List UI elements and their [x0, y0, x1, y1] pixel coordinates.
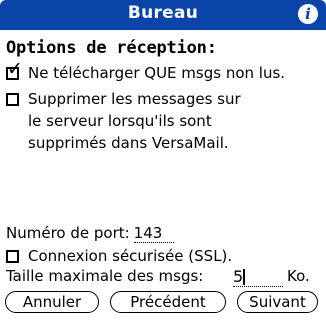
- delete-on-server-label-line2: le serveur lorsqu'ils sont: [28, 112, 212, 130]
- unread-only-checkbox[interactable]: ✓: [6, 60, 23, 80]
- unread-only-label: Ne télécharger QUE msgs non lus.: [28, 64, 286, 82]
- checkmark-icon: ✓: [7, 58, 23, 80]
- max-size-unit: Ko.: [287, 267, 310, 285]
- previous-button[interactable]: Précédent: [110, 291, 226, 313]
- max-size-value: 5: [233, 267, 244, 286]
- option-unread-only[interactable]: ✓ Ne télécharger QUE msgs non lus.: [6, 60, 326, 84]
- max-size-row: Taille maximale des msgs:: [6, 267, 203, 285]
- ssl-checkbox[interactable]: [6, 250, 19, 263]
- max-size-input[interactable]: 5: [233, 267, 283, 287]
- window-title: Bureau: [127, 3, 199, 23]
- delete-on-server-label-line1: Supprimer les messages sur: [28, 90, 241, 108]
- option-delete-on-server[interactable]: Supprimer les messages sur le serveur lo…: [6, 88, 326, 154]
- screen: Bureau i Options de réception: ✓ Ne télé…: [0, 0, 326, 326]
- delete-on-server-label-line3: supprimés dans VersaMail.: [28, 134, 229, 152]
- max-size-label: Taille maximale des msgs:: [6, 267, 204, 285]
- title-bar: Bureau i: [0, 0, 326, 30]
- section-heading: Options de réception:: [6, 38, 217, 58]
- delete-on-server-checkbox[interactable]: [6, 93, 19, 106]
- next-button[interactable]: Suivant: [237, 291, 318, 313]
- ssl-label: Connexion sécurisée (SSL).: [28, 247, 233, 265]
- port-row: Numéro de port: 143: [6, 224, 174, 243]
- cancel-button[interactable]: Annuler: [5, 291, 99, 313]
- info-icon[interactable]: i: [298, 4, 318, 24]
- port-input[interactable]: 143: [133, 224, 174, 243]
- option-ssl[interactable]: Connexion sécurisée (SSL).: [6, 245, 306, 267]
- port-label: Numéro de port:: [6, 224, 130, 242]
- text-cursor: [243, 269, 245, 285]
